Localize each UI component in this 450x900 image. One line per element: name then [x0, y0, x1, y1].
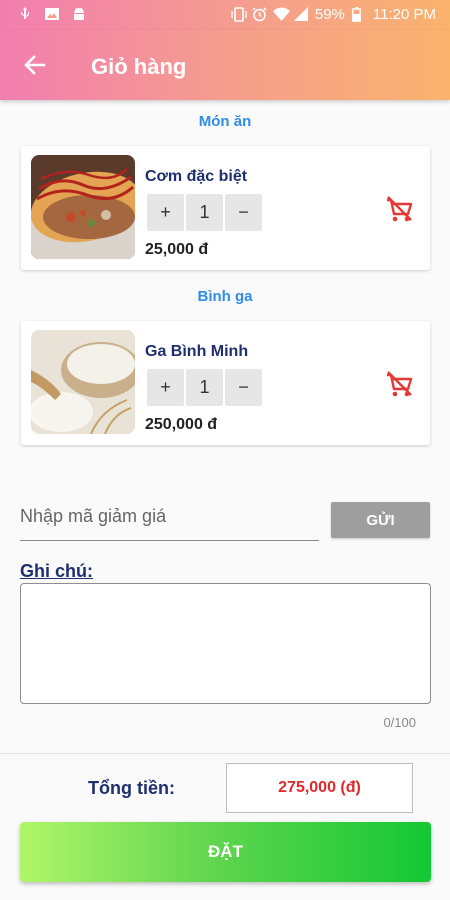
- decrease-button[interactable]: −: [225, 194, 262, 231]
- vibrate-icon: [231, 7, 247, 22]
- battery-icon: [352, 7, 366, 22]
- cart-item-card: Cơm đặc biệt + 1 − 25,000 đ: [21, 146, 430, 270]
- remove-from-cart-icon[interactable]: [384, 194, 414, 224]
- arrow-left-icon[interactable]: [22, 52, 48, 78]
- footer-divider: [0, 753, 450, 754]
- note-textarea[interactable]: [20, 583, 431, 704]
- total-label: Tổng tiền:: [88, 778, 175, 798]
- total-value: 275,000 (đ): [226, 763, 413, 813]
- status-bar: 59% 11:20 PM: [0, 0, 450, 30]
- note-char-counter: 0/100: [383, 715, 416, 730]
- wifi-icon: [272, 7, 290, 22]
- coupon-input[interactable]: [20, 487, 319, 541]
- remove-from-cart-icon[interactable]: [384, 369, 414, 399]
- item-price: 25,000 đ: [145, 241, 209, 258]
- send-coupon-button[interactable]: GỬI: [331, 502, 430, 538]
- battery-text: 59%: [314, 6, 345, 23]
- clock: 11:20 PM: [372, 6, 436, 23]
- increase-button[interactable]: +: [147, 369, 184, 406]
- decrease-button[interactable]: −: [225, 369, 262, 406]
- alarm-icon: [252, 7, 267, 22]
- android-icon: [72, 7, 86, 21]
- item-name: Ga Bình Minh: [145, 343, 249, 360]
- rice-image: [31, 330, 135, 434]
- quantity-value: 1: [186, 194, 223, 231]
- increase-button[interactable]: +: [147, 194, 184, 231]
- page-title: Giỏ hàng: [91, 54, 187, 79]
- quantity-value: 1: [186, 369, 223, 406]
- quantity-stepper: + 1 −: [147, 369, 262, 406]
- section-title-food: Món ăn: [198, 113, 252, 130]
- app-bar: Giỏ hàng: [0, 30, 450, 100]
- item-name: Cơm đặc biệt: [145, 168, 248, 185]
- section-title-gas: Bình ga: [197, 288, 253, 305]
- food-image: [31, 155, 135, 259]
- item-price: 250,000 đ: [145, 416, 218, 433]
- usb-icon: [18, 7, 32, 21]
- cart-item-card: Ga Bình Minh + 1 − 250,000 đ: [21, 321, 430, 445]
- note-label: Ghi chú:: [20, 561, 93, 581]
- image-icon: [45, 7, 59, 21]
- quantity-stepper: + 1 −: [147, 194, 262, 231]
- signal-icon: [293, 7, 308, 22]
- order-button[interactable]: ĐẶT: [20, 822, 431, 882]
